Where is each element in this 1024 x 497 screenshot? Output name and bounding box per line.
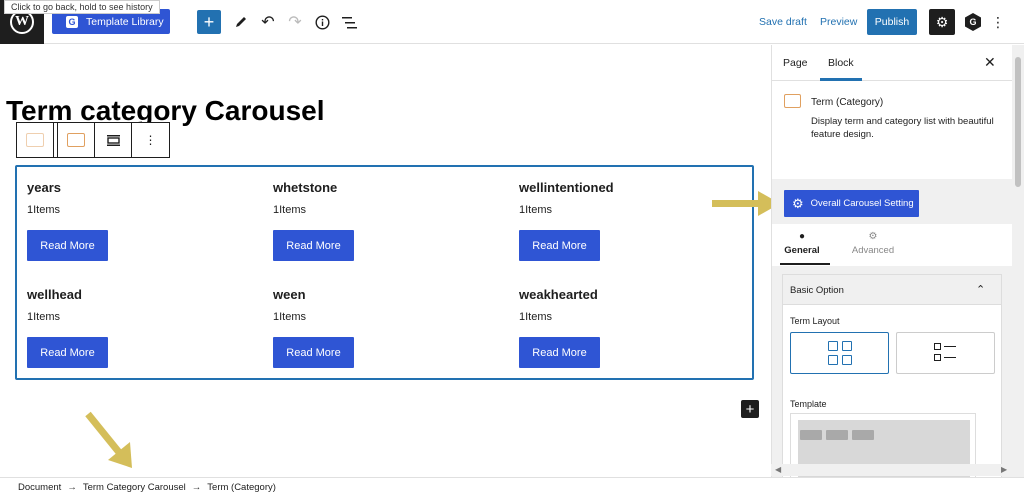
active-tab-indicator: [780, 263, 830, 265]
chevron-up-icon: ⌃: [976, 284, 986, 296]
template-chip: [826, 430, 848, 440]
overall-carousel-setting-button[interactable]: ⚙ Overall Carousel Setting: [784, 190, 919, 217]
block-breadcrumb: Document → Term Category Carousel → Term…: [0, 477, 1024, 497]
active-tab-indicator: [820, 78, 862, 81]
term-count: 1Items: [519, 311, 553, 323]
publish-button[interactable]: Publish: [867, 9, 917, 35]
tab-advanced-label: Advanced: [851, 245, 895, 256]
close-icon[interactable]: ✕: [984, 54, 996, 71]
term-category-icon: [26, 133, 44, 147]
term-name[interactable]: weakhearted: [519, 287, 719, 302]
list-layout-icon: [933, 343, 958, 363]
term-item: whetstone 1Items Read More: [273, 180, 473, 261]
settings-sidebar: Page Block ✕ Term (Category) Display ter…: [771, 45, 1012, 477]
breadcrumb-separator: →: [67, 482, 77, 493]
sidebar-tabs: Page Block ✕: [772, 45, 1012, 81]
term-count: 1Items: [519, 204, 553, 216]
read-more-button[interactable]: Read More: [519, 337, 600, 368]
save-draft-button[interactable]: Save draft: [759, 16, 807, 28]
settings-panel-area: Basic Option ⌃ Term Layout Template: [772, 266, 1012, 477]
term-count: 1Items: [27, 204, 61, 216]
term-name[interactable]: ween: [273, 287, 473, 302]
g-logo-icon: G: [66, 15, 78, 28]
template-chip: [852, 430, 874, 440]
list-view-icon[interactable]: [338, 10, 360, 34]
grid-layout-icon: [827, 341, 852, 365]
gear-icon: ⚙: [792, 195, 804, 211]
term-layout-label: Term Layout: [790, 316, 840, 326]
breadcrumb-term-category[interactable]: Term (Category): [207, 482, 276, 493]
term-count: 1Items: [273, 311, 307, 323]
basic-option-panel: Basic Option ⌃ Term Layout Template: [782, 274, 1002, 477]
template-library-label: Template Library: [86, 15, 164, 28]
term-item: years 1Items Read More: [27, 180, 227, 261]
block-type-button[interactable]: [58, 123, 95, 157]
term-name[interactable]: wellhead: [27, 287, 227, 302]
scroll-right-icon[interactable]: ▶: [1001, 465, 1007, 474]
inspector-tabs: ● General ⚙ Advanced: [772, 224, 1012, 266]
template-chip: [800, 430, 822, 440]
block-card: Term (Category) Display term and categor…: [772, 82, 1012, 179]
block-options-icon[interactable]: ⋮: [132, 123, 169, 157]
read-more-button[interactable]: Read More: [27, 230, 108, 261]
top-toolbar: W Click to go back, hold to see history …: [0, 0, 1024, 44]
read-more-button[interactable]: Read More: [273, 230, 354, 261]
settings-gear-icon[interactable]: ⚙: [929, 9, 955, 35]
read-more-button[interactable]: Read More: [273, 337, 354, 368]
redo-icon[interactable]: ↷: [284, 10, 306, 34]
genesis-blocks-icon[interactable]: G: [962, 10, 984, 34]
term-item: weakhearted 1Items Read More: [519, 287, 719, 368]
term-name[interactable]: years: [27, 180, 227, 195]
more-options-icon[interactable]: ⋮: [990, 10, 1006, 34]
breadcrumb-separator: →: [191, 482, 202, 493]
template-label: Template: [790, 399, 827, 409]
block-inserter-button[interactable]: +: [197, 10, 221, 34]
term-name[interactable]: whetstone: [273, 180, 473, 195]
block-card-description: Display term and category list with beau…: [811, 116, 994, 140]
breadcrumb-document[interactable]: Document: [18, 482, 61, 493]
scrollbar-thumb[interactable]: [1015, 57, 1021, 187]
term-item: ween 1Items Read More: [273, 287, 473, 368]
palette-icon: ●: [798, 231, 806, 242]
tab-block[interactable]: Block: [828, 57, 854, 69]
scroll-left-icon[interactable]: ◀: [775, 465, 781, 474]
overall-carousel-setting-label: Overall Carousel Setting: [810, 198, 914, 209]
info-icon[interactable]: [311, 10, 333, 34]
edit-pencil-icon[interactable]: [230, 10, 252, 34]
editor-window: W Click to go back, hold to see history …: [0, 0, 1024, 497]
term-name[interactable]: wellintentioned: [519, 180, 719, 195]
term-carousel-block[interactable]: years 1Items Read More whetstone 1Items …: [15, 165, 754, 380]
undo-icon[interactable]: ↶: [257, 10, 279, 34]
term-item: wellhead 1Items Read More: [27, 287, 227, 368]
annotation-arrow-icon: [85, 411, 132, 468]
tab-general-label: General: [784, 245, 820, 256]
tab-advanced[interactable]: ⚙ Advanced: [843, 231, 903, 256]
vertical-scrollbar[interactable]: [1012, 45, 1024, 477]
gear-icon: ⚙: [868, 231, 878, 242]
g-hex-icon: G: [965, 13, 981, 31]
term-category-icon: [784, 94, 801, 108]
read-more-button[interactable]: Read More: [27, 337, 108, 368]
carousel-setting-area: ⚙ Overall Carousel Setting: [772, 179, 1012, 224]
tab-general[interactable]: ● General: [772, 231, 832, 256]
block-toolbar: ⋮: [16, 122, 170, 158]
basic-option-title: Basic Option: [790, 285, 844, 296]
add-block-button[interactable]: +: [741, 400, 759, 418]
term-count: 1Items: [27, 311, 61, 323]
term-count: 1Items: [273, 204, 307, 216]
layout-grid-option[interactable]: [790, 332, 889, 374]
block-card-title: Term (Category): [811, 97, 884, 108]
basic-option-header[interactable]: Basic Option ⌃: [783, 275, 1001, 305]
align-button[interactable]: [95, 123, 132, 157]
term-category-icon: [67, 133, 85, 147]
read-more-button[interactable]: Read More: [519, 230, 600, 261]
term-item: wellintentioned 1Items Read More: [519, 180, 719, 261]
layout-list-option[interactable]: [896, 332, 995, 374]
block-parent-button[interactable]: [17, 123, 54, 157]
sidebar-horizontal-scrollbar[interactable]: ◀ ▶: [771, 464, 1012, 476]
breadcrumb-term-category-carousel[interactable]: Term Category Carousel: [83, 482, 186, 493]
back-tooltip: Click to go back, hold to see history: [4, 0, 160, 14]
preview-button[interactable]: Preview: [820, 16, 857, 28]
tab-page[interactable]: Page: [783, 57, 808, 69]
